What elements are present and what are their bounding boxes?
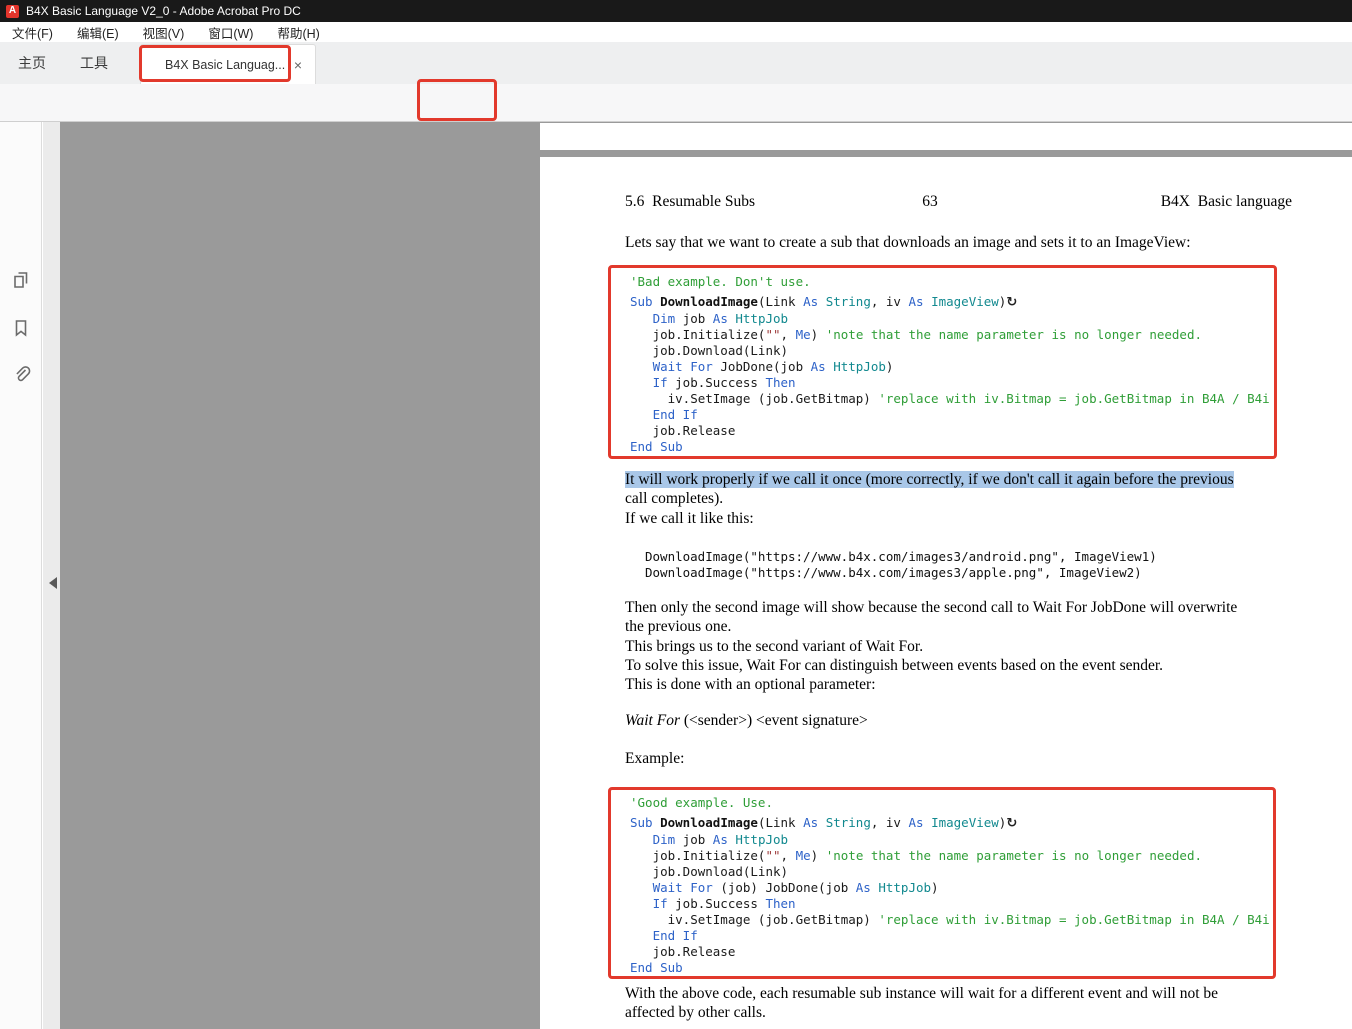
code-line: If job.Success Then (652, 375, 796, 390)
previous-page-bottom (540, 123, 1352, 150)
code-block-good-example: 'Good example. Use. Sub DownloadImage(Lin… (608, 787, 1276, 979)
code-line: End Sub (630, 439, 683, 454)
syntax-rest: (<sender>) <event signature> (679, 712, 868, 729)
resumable-sub-icon: ↻ (1006, 295, 1018, 310)
code-line: iv.SetImage (job.GetBitmap) 'replace wit… (630, 912, 1270, 927)
acrobat-logo-icon: A (6, 4, 19, 18)
menu-view[interactable]: 视图(V) (131, 23, 197, 42)
pdf-page: 5.6 Resumable Subs 63 B4X Basic language… (540, 157, 1352, 1029)
tab-document-label: B4X Basic Languag... (165, 57, 286, 72)
highlight-paragraph: It will work properly if we call it once… (625, 470, 1285, 528)
paragraph-line: If we call it like this: (625, 509, 754, 527)
code-line: 'Bad example. Don't use. (630, 274, 811, 289)
code-line: Wait For (job) JobDone(job As HttpJob) (652, 880, 939, 895)
navigation-pane (0, 122, 42, 1029)
menu-edit[interactable]: 编辑(E) (65, 23, 131, 42)
intro-paragraph: Lets say that we want to create a sub th… (625, 234, 1191, 251)
code-line: End Sub (630, 960, 683, 975)
code-line: job.Initialize("", Me) 'note that the na… (630, 848, 1203, 863)
paperclip-icon (16, 366, 31, 382)
syntax-line: Wait For (<sender>) <event signature> (625, 711, 868, 730)
menu-bar: 文件(F) 编辑(E) 视图(V) 窗口(W) 帮助(H) (0, 22, 1352, 42)
tab-bar: 主页 工具 B4X Basic Languag... × (0, 42, 1352, 84)
panel-edge (43, 122, 60, 1029)
bookmarks-panel-button[interactable] (9, 316, 33, 340)
tab-document[interactable]: B4X Basic Languag... × (140, 44, 316, 84)
page-thumbnails-panel-button[interactable] (9, 268, 33, 292)
code-line: Dim job As HttpJob (652, 832, 789, 847)
code-line: Wait For JobDone(job As HttpJob) (652, 359, 894, 374)
code-line: iv.SetImage (job.GetBitmap) 'replace wit… (630, 391, 1270, 406)
main-toolbar: 63 / 140 90% ▾ (0, 84, 1352, 199)
resumable-sub-icon: ↻ (1006, 816, 1018, 831)
selected-text: It will work properly if we call it once… (625, 471, 1234, 488)
code-line: 'Good example. Use. (630, 795, 773, 810)
header-page-number: 63 (922, 193, 938, 210)
code-line: If job.Success Then (652, 896, 796, 911)
bookmark-icon (15, 320, 27, 337)
example-label: Example: (625, 750, 685, 767)
window-title: B4X Basic Language V2_0 - Adobe Acrobat … (26, 4, 301, 18)
code-line: Sub DownloadImage(Link As String, iv As … (630, 815, 1018, 831)
pages-icon (14, 272, 28, 288)
code-line: Sub DownloadImage(Link As String, iv As … (630, 294, 1018, 310)
title-bar: A B4X Basic Language V2_0 - Adobe Acroba… (0, 0, 1352, 22)
header-book-title: B4X Basic language (1160, 193, 1292, 210)
menu-window[interactable]: 窗口(W) (196, 23, 265, 42)
code-line: Dim job As HttpJob (652, 311, 789, 326)
code-line: job.Download(Link) (630, 343, 789, 358)
paragraph-line: call completes). (625, 490, 724, 508)
code-line: End If (652, 407, 698, 422)
tab-close-icon[interactable]: × (289, 57, 307, 73)
attachments-panel-button[interactable] (9, 362, 33, 386)
menu-help[interactable]: 帮助(H) (265, 23, 331, 42)
code-line: job.Download(Link) (630, 864, 789, 879)
tab-home[interactable]: 主页 (18, 42, 46, 84)
collapse-panel-icon[interactable] (49, 577, 57, 589)
code-line: job.Release (630, 944, 736, 959)
code-line: job.Release (630, 423, 736, 438)
tab-tools[interactable]: 工具 (80, 42, 108, 84)
code-line: End If (652, 928, 698, 943)
code-line: job.Initialize("", Me) 'note that the na… (630, 327, 1203, 342)
call-example-code: DownloadImage("https://www.b4x.com/image… (645, 549, 1157, 580)
code-block-bad-example: 'Bad example. Don't use. Sub DownloadImag… (608, 265, 1277, 459)
header-section: 5.6 Resumable Subs (625, 193, 756, 210)
syntax-keyword: Wait For (625, 712, 680, 729)
menu-file[interactable]: 文件(F) (0, 23, 65, 42)
closing-paragraph: With the above code, each resumable sub … (625, 985, 1219, 1022)
body-paragraph: Then only the second image will show bec… (625, 599, 1238, 694)
